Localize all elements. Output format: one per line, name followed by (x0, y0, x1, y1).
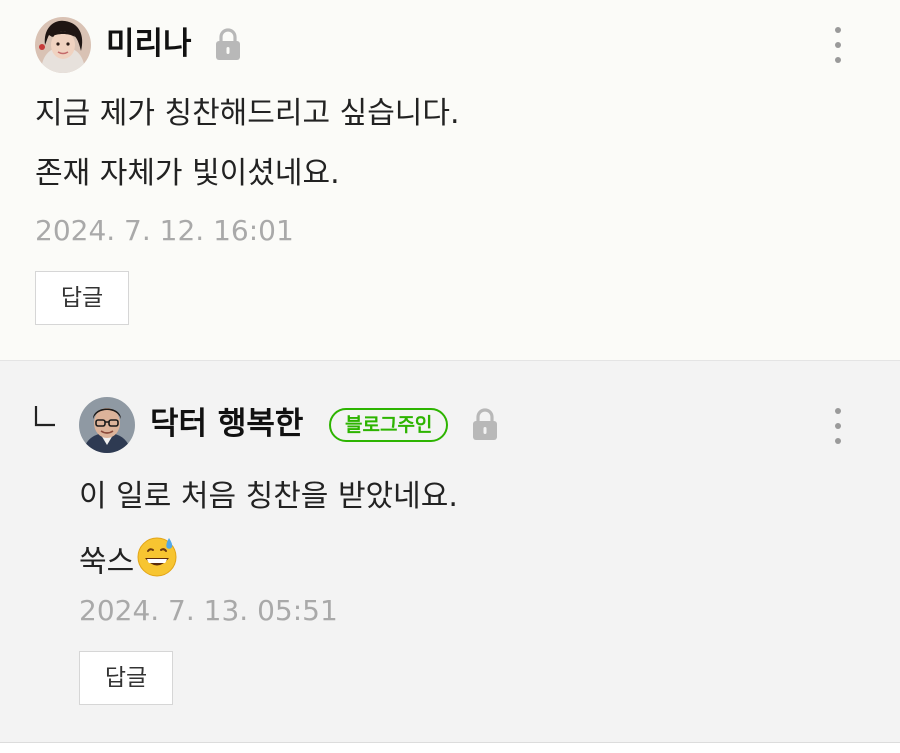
blog-owner-badge: 블로그주인 (329, 408, 449, 442)
comment-date: 2024. 7. 13. 05:51 (79, 594, 338, 627)
comment-text-line: 존재 자체가 빛이셨네요. (35, 156, 340, 191)
comment-text-line: 이 일로 처음 칭찬을 받았네요. (79, 479, 458, 514)
comment-item: 미리나 지금 제가 칭찬해드리고 싶습니다. 존재 자체가 빛이셨네요. 202… (0, 0, 900, 361)
lock-icon (215, 28, 241, 65)
comment-date: 2024. 7. 12. 16:01 (35, 214, 294, 247)
author-avatar[interactable] (35, 17, 91, 73)
comment-text: 쑥스 (79, 544, 135, 580)
reply-button[interactable]: 답글 (35, 271, 129, 325)
reply-arrow-icon (34, 405, 56, 431)
author-avatar[interactable] (79, 397, 135, 453)
grinning-sweat-emoji-icon (136, 535, 178, 583)
comment-reply-item: 닥터 행복한 블로그주인 이 일로 처음 칭찬을 받았네요. 쑥스 2024. … (0, 361, 900, 743)
more-options-button[interactable] (826, 404, 850, 448)
comment-text-line-with-emoji: 쑥스 (79, 537, 178, 587)
list-bottom-spacer (0, 743, 900, 753)
more-options-button[interactable] (826, 23, 850, 67)
reply-button[interactable]: 답글 (79, 651, 173, 705)
comment-text-line: 지금 제가 칭찬해드리고 싶습니다. (35, 96, 460, 131)
lock-icon (472, 408, 498, 445)
author-name[interactable]: 미리나 (106, 29, 192, 60)
author-name[interactable]: 닥터 행복한 (150, 409, 303, 440)
comment-list: 미리나 지금 제가 칭찬해드리고 싶습니다. 존재 자체가 빛이셨네요. 202… (0, 0, 900, 753)
